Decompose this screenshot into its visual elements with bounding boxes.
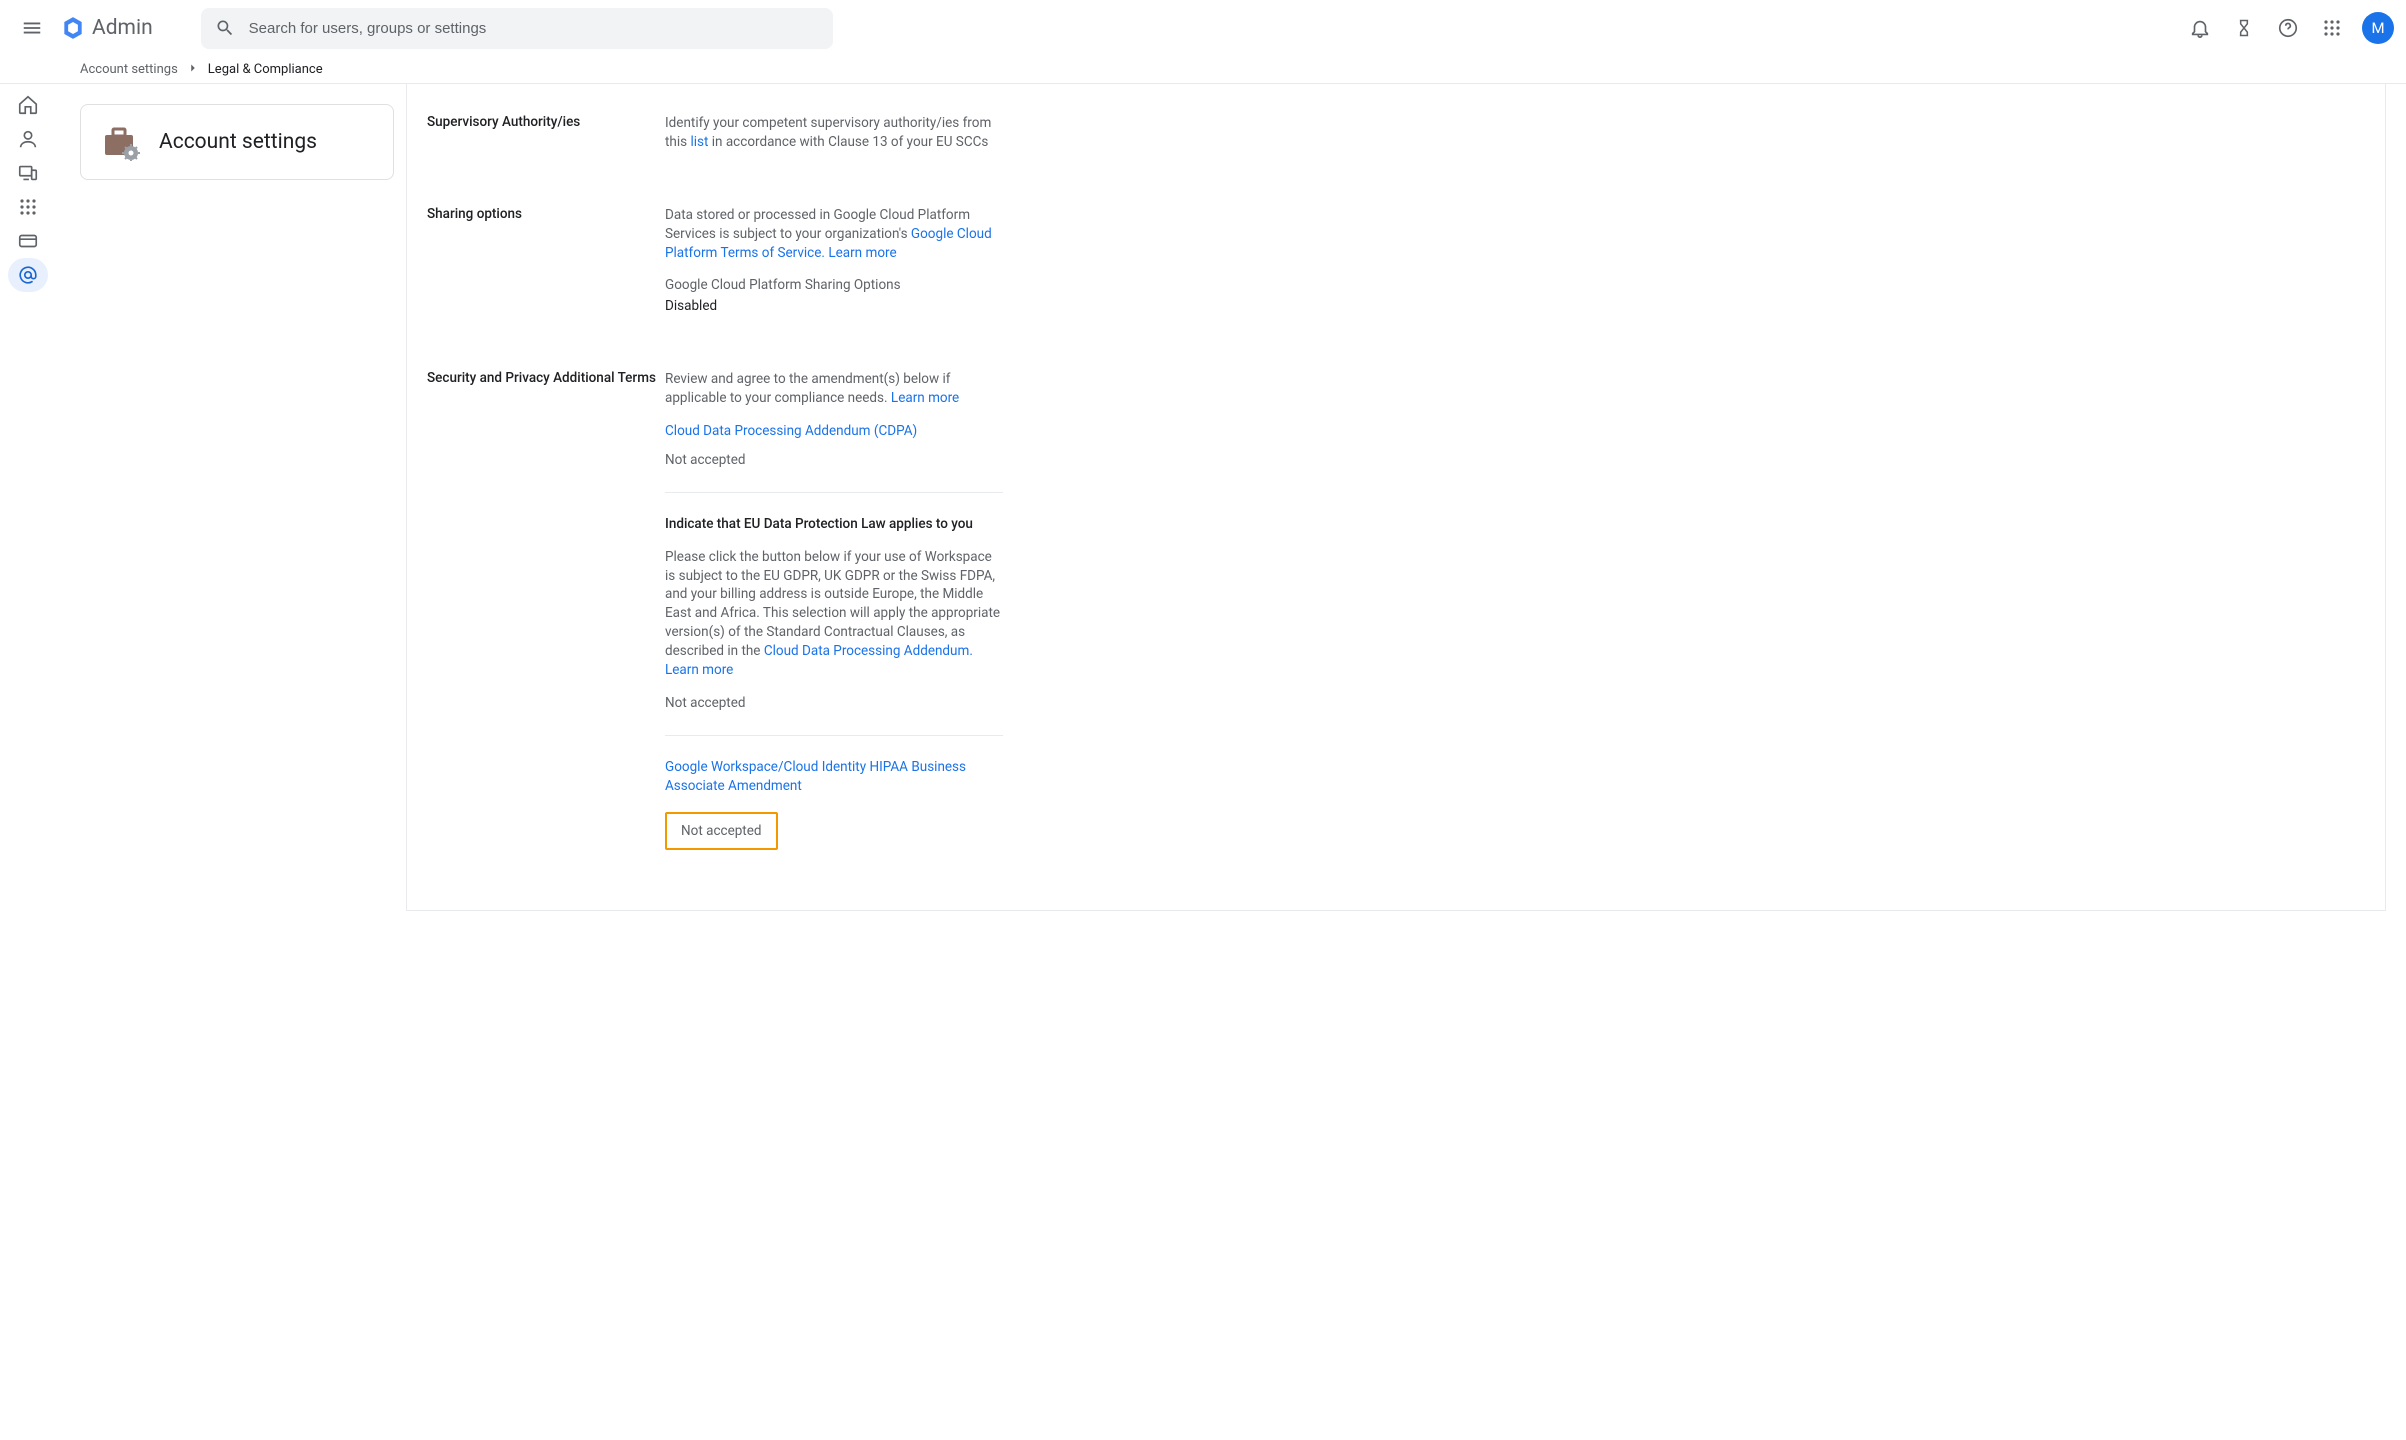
breadcrumb-parent[interactable]: Account settings xyxy=(80,62,178,77)
bell-icon xyxy=(2189,17,2211,39)
apps-launcher-button[interactable] xyxy=(2312,8,2352,48)
devices-icon xyxy=(17,162,39,184)
admin-hexagon-icon xyxy=(60,15,86,41)
row-label: Security and Privacy Additional Terms xyxy=(427,370,665,850)
eu-status: Not accepted xyxy=(665,694,1003,713)
eu-learn-more-link[interactable]: Learn more xyxy=(665,662,733,678)
person-icon xyxy=(17,128,39,150)
header-actions: M xyxy=(2180,8,2394,48)
row-body: Data stored or processed in Google Cloud… xyxy=(665,206,1003,330)
tasks-button[interactable] xyxy=(2224,8,2264,48)
breadcrumb: Account settings Legal & Compliance xyxy=(0,56,2406,84)
card-title: Account settings xyxy=(159,130,317,154)
hipaa-link[interactable]: Google Workspace/Cloud Identity HIPAA Bu… xyxy=(665,758,1003,796)
settings-panel: Supervisory Authority/ies Identify your … xyxy=(406,84,2386,911)
account-settings-card[interactable]: Account settings xyxy=(80,104,394,180)
desc-text-2: in accordance with Clause 13 of your EU … xyxy=(708,134,988,150)
nav-account[interactable] xyxy=(8,258,48,292)
app-header: Admin M xyxy=(0,0,2406,56)
search-icon xyxy=(215,18,235,38)
hamburger-icon xyxy=(21,17,43,39)
home-icon xyxy=(17,94,39,116)
security-learn-more-link[interactable]: Learn more xyxy=(891,390,959,406)
account-avatar[interactable]: M xyxy=(2362,12,2394,44)
main-column: Supervisory Authority/ies Identify your … xyxy=(406,84,2406,911)
hipaa-status: Not accepted xyxy=(681,823,762,839)
row-label: Supervisory Authority/ies xyxy=(427,114,665,166)
hipaa-status-highlight: Not accepted xyxy=(665,812,778,851)
nav-directory[interactable] xyxy=(8,122,48,156)
eu-heading: Indicate that EU Data Protection Law app… xyxy=(665,515,1003,534)
content-area: Account settings Supervisory Authority/i… xyxy=(0,84,2406,911)
search-input[interactable] xyxy=(249,20,819,37)
sharing-learn-more-link[interactable]: Learn more xyxy=(828,245,896,261)
left-nav-rail xyxy=(0,84,56,911)
row-label: Sharing options xyxy=(427,206,665,330)
apps-grid-icon xyxy=(2323,19,2341,37)
breadcrumb-current: Legal & Compliance xyxy=(208,62,323,77)
nav-home[interactable] xyxy=(8,88,48,122)
avatar-letter: M xyxy=(2371,19,2384,37)
row-supervisory-authority: Supervisory Authority/ies Identify your … xyxy=(427,114,2365,166)
divider xyxy=(665,492,1003,493)
nav-devices[interactable] xyxy=(8,156,48,190)
row-body: Identify your competent supervisory auth… xyxy=(665,114,1003,166)
row-sharing-options: Sharing options Data stored or processed… xyxy=(427,206,2365,330)
main-menu-button[interactable] xyxy=(12,8,52,48)
sharing-value: Disabled xyxy=(665,297,1003,316)
help-icon xyxy=(2277,17,2299,39)
row-security-privacy: Security and Privacy Additional Terms Re… xyxy=(427,370,2365,850)
left-column: Account settings xyxy=(56,84,406,911)
search-bar[interactable] xyxy=(201,8,833,49)
apps-icon xyxy=(19,198,37,216)
app-title: Admin xyxy=(92,16,153,40)
supervisory-list-link[interactable]: list xyxy=(690,134,708,150)
at-sign-icon xyxy=(17,264,39,286)
row-body: Review and agree to the amendment(s) bel… xyxy=(665,370,1003,850)
briefcase-gear-icon xyxy=(103,127,139,157)
card-icon xyxy=(17,230,39,252)
eu-cdpa-link[interactable]: Cloud Data Processing Addendum. xyxy=(764,643,973,659)
nav-apps[interactable] xyxy=(8,190,48,224)
cdpa-status: Not accepted xyxy=(665,451,1003,470)
divider xyxy=(665,735,1003,736)
cdpa-link[interactable]: Cloud Data Processing Addendum (CDPA) xyxy=(665,422,1003,441)
help-button[interactable] xyxy=(2268,8,2308,48)
notifications-button[interactable] xyxy=(2180,8,2220,48)
hourglass-icon xyxy=(2234,18,2254,38)
chevron-right-icon xyxy=(186,61,200,79)
sharing-sublabel: Google Cloud Platform Sharing Options xyxy=(665,276,1003,295)
app-logo[interactable]: Admin xyxy=(60,15,153,41)
nav-billing[interactable] xyxy=(8,224,48,258)
